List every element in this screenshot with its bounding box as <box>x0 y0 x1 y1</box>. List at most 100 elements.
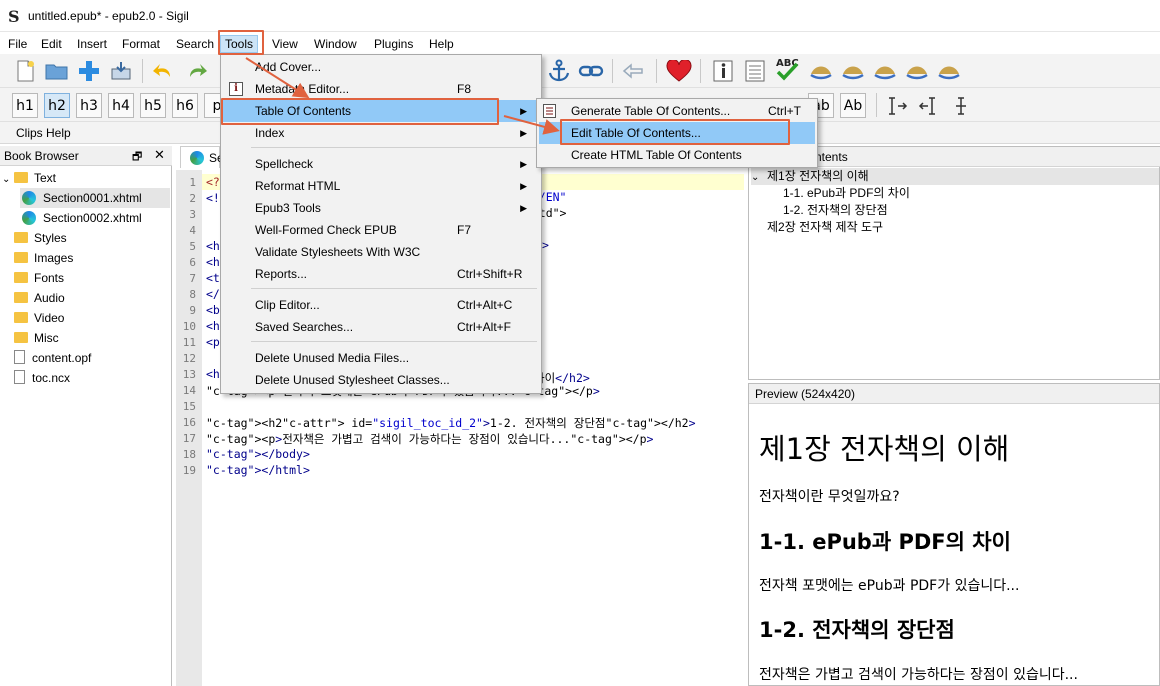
heading-h1-button[interactable]: h1 <box>12 93 38 118</box>
folder-icon <box>14 312 28 323</box>
info-icon[interactable] <box>710 58 736 84</box>
xhtml-file-icon <box>22 191 36 205</box>
editor-tab[interactable]: Se <box>180 146 224 168</box>
float-panel-icon[interactable]: 🗗 <box>132 148 142 167</box>
menu-item-edit-toc[interactable]: Edit Table Of Contents... <box>539 122 815 144</box>
preview-heading-1: 제1장 전자책의 이해 <box>759 432 1010 466</box>
plugin-4-icon[interactable] <box>904 58 930 84</box>
file-icon <box>14 350 25 364</box>
tree-item-section0001[interactable]: Section0001.xhtml <box>20 188 170 208</box>
clips-help-button[interactable]: Clips Help <box>16 126 71 140</box>
line-number: 16 <box>182 416 196 429</box>
list-icon[interactable] <box>742 58 768 84</box>
code-fragment: > <box>542 238 549 252</box>
menu-format[interactable]: Format <box>118 35 164 53</box>
plugin-1-icon[interactable] <box>808 58 834 84</box>
text-cursor-icon[interactable] <box>948 93 974 119</box>
chevron-down-icon[interactable]: ⌄ <box>751 169 767 186</box>
menu-plugins[interactable]: Plugins <box>370 35 417 53</box>
plugin-3-icon[interactable] <box>872 58 898 84</box>
menu-edit[interactable]: Edit <box>37 35 66 53</box>
code-line: "c-tag"><h2"c-attr"> id="sigil_toc_id_2"… <box>206 416 696 430</box>
tree-item-images-folder[interactable]: Images <box>14 248 73 268</box>
menu-help[interactable]: Help <box>425 35 458 53</box>
menu-item-create-html-toc[interactable]: Create HTML Table Of Contents <box>539 144 815 166</box>
menu-item-index[interactable]: Index ▶ <box>223 122 539 144</box>
anchor-icon[interactable] <box>546 58 572 84</box>
menu-search[interactable]: Search <box>172 35 218 53</box>
menu-item-epub3-tools[interactable]: Epub3 Tools ▶ <box>223 197 539 219</box>
menu-item-table-of-contents[interactable]: Table Of Contents ▶ <box>223 100 539 122</box>
menu-item-spellcheck[interactable]: Spellcheck ▶ <box>223 153 539 175</box>
folder-icon <box>14 232 28 243</box>
undo-icon[interactable] <box>150 58 176 84</box>
tree-item-audio-folder[interactable]: Audio <box>14 288 65 308</box>
save-icon[interactable] <box>108 58 134 84</box>
menu-item-delete-unused-classes[interactable]: Delete Unused Stylesheet Classes... <box>223 369 539 391</box>
tree-item-content-opf[interactable]: content.opf <box>14 348 91 368</box>
new-file-icon[interactable] <box>12 58 38 84</box>
code-line: "c-tag"></body> <box>206 447 310 461</box>
line-number: 2 <box>189 192 196 205</box>
tree-item-styles-folder[interactable]: Styles <box>14 228 67 248</box>
plugin-5-icon[interactable] <box>936 58 962 84</box>
code-line: "c-tag"></html> <box>206 463 310 477</box>
line-number: 13 <box>182 368 196 381</box>
tree-item-misc-folder[interactable]: Misc <box>14 328 59 348</box>
menu-item-clip-editor[interactable]: Clip Editor... Ctrl+Alt+C <box>223 294 539 316</box>
menu-view[interactable]: View <box>268 35 302 53</box>
heading-h5-button[interactable]: h5 <box>140 93 166 118</box>
back-arrow-icon[interactable] <box>620 58 646 84</box>
heart-icon[interactable] <box>666 58 692 84</box>
menu-item-metadata-editor[interactable]: i Metadata Editor... F8 <box>223 78 539 100</box>
toc-item[interactable]: 1-2. 전자책의 장단점 <box>783 202 888 219</box>
preview-paragraph: 전자책은 가볍고 검색이 가능하다는 장점이 있습니다... <box>759 667 1078 683</box>
code-line: <! <box>206 191 220 205</box>
heading-h2-button[interactable]: h2 <box>44 93 70 118</box>
redo-icon[interactable] <box>184 58 210 84</box>
tree-item-toc-ncx[interactable]: toc.ncx <box>14 368 70 388</box>
menu-tools[interactable]: Tools <box>220 35 259 53</box>
folder-icon <box>14 252 28 263</box>
code-line: <? <box>206 175 220 189</box>
tree-item-section0002[interactable]: Section0002.xhtml <box>20 208 170 228</box>
spellcheck-icon[interactable]: ABC <box>774 56 800 82</box>
tree-item-video-folder[interactable]: Video <box>14 308 64 328</box>
xhtml-file-icon <box>22 211 36 225</box>
link-icon[interactable] <box>578 58 604 84</box>
menu-separator <box>251 147 537 148</box>
close-panel-icon[interactable]: ✕ <box>154 147 165 163</box>
toc-item[interactable]: ⌄ 제1장 전자책의 이해 <box>751 168 1159 185</box>
menu-separator <box>251 288 537 289</box>
submenu-arrow-icon: ▶ <box>520 203 527 213</box>
preview-paragraph: 전자책이란 무엇일까요? <box>759 489 900 505</box>
plugin-2-icon[interactable] <box>840 58 866 84</box>
toc-item[interactable]: 제2장 전자책 제작 도구 <box>767 219 883 236</box>
menu-item-add-cover[interactable]: Add Cover... <box>223 56 539 78</box>
menu-item-validate-stylesheets[interactable]: Validate Stylesheets With W3C <box>223 241 539 263</box>
tree-item-text-folder[interactable]: ⌄ Text <box>0 168 170 188</box>
tools-menu-dropdown: Add Cover... i Metadata Editor... F8 Tab… <box>220 54 542 394</box>
menu-item-saved-searches[interactable]: Saved Searches... Ctrl+Alt+F <box>223 316 539 338</box>
folder-icon <box>14 292 28 303</box>
heading-h4-button[interactable]: h4 <box>108 93 134 118</box>
add-file-icon[interactable] <box>76 58 102 84</box>
menu-item-well-formed-check[interactable]: Well-Formed Check EPUB F7 <box>223 219 539 241</box>
menu-item-delete-unused-media[interactable]: Delete Unused Media Files... <box>223 347 539 369</box>
titlecase-button[interactable]: Ab <box>840 93 866 118</box>
menu-window[interactable]: Window <box>310 35 361 53</box>
heading-h3-button[interactable]: h3 <box>76 93 102 118</box>
chevron-down-icon[interactable]: ⌄ <box>0 170 14 190</box>
menu-insert[interactable]: Insert <box>73 35 111 53</box>
menu-item-generate-toc[interactable]: Generate Table Of Contents... Ctrl+T <box>539 100 815 122</box>
line-number: 4 <box>189 224 196 237</box>
menu-item-reports[interactable]: Reports... Ctrl+Shift+R <box>223 263 539 285</box>
menu-item-reformat-html[interactable]: Reformat HTML ▶ <box>223 175 539 197</box>
open-folder-icon[interactable] <box>44 58 70 84</box>
indent-icon[interactable] <box>884 93 910 119</box>
heading-h6-button[interactable]: h6 <box>172 93 198 118</box>
toc-item[interactable]: 1-1. ePub과 PDF의 차이 <box>783 185 910 202</box>
outdent-icon[interactable] <box>916 93 942 119</box>
menu-file[interactable]: File <box>4 35 31 53</box>
tree-item-fonts-folder[interactable]: Fonts <box>14 268 64 288</box>
